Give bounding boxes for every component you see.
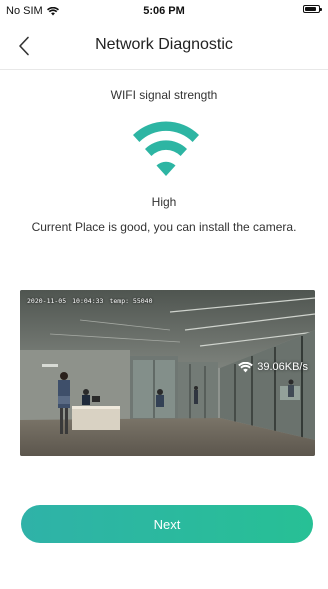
status-bar: No SIM 5:06 PM	[0, 0, 328, 22]
nav-bar: Network Diagnostic	[0, 22, 328, 70]
place-message: Current Place is good, you can install t…	[31, 220, 297, 234]
osd-date: 2020-11-05	[27, 297, 67, 305]
page-title: Network Diagnostic	[95, 36, 233, 53]
osd-temp: temp: 55040	[109, 297, 153, 305]
signal-label: WIFI signal strength	[110, 88, 218, 102]
signal-strength-value: High	[151, 195, 177, 209]
wifi-signal-icon	[133, 121, 199, 176]
speed-value: 39.06KB/s	[257, 361, 308, 373]
network-speed: 39.06KB/s	[238, 361, 308, 373]
office-scene-image	[20, 290, 315, 456]
status-right	[303, 5, 322, 13]
battery-icon	[303, 5, 322, 13]
status-time: 5:06 PM	[143, 5, 185, 17]
camera-osd: 2020-11-05 10:04:33 temp: 55040	[27, 297, 153, 305]
osd-time: 10:04:33	[72, 297, 104, 305]
camera-preview: 2020-11-05 10:04:33 temp: 55040 39.06KB/…	[20, 290, 315, 456]
wifi-speed-icon	[238, 361, 254, 372]
next-button[interactable]: Next	[21, 505, 313, 543]
